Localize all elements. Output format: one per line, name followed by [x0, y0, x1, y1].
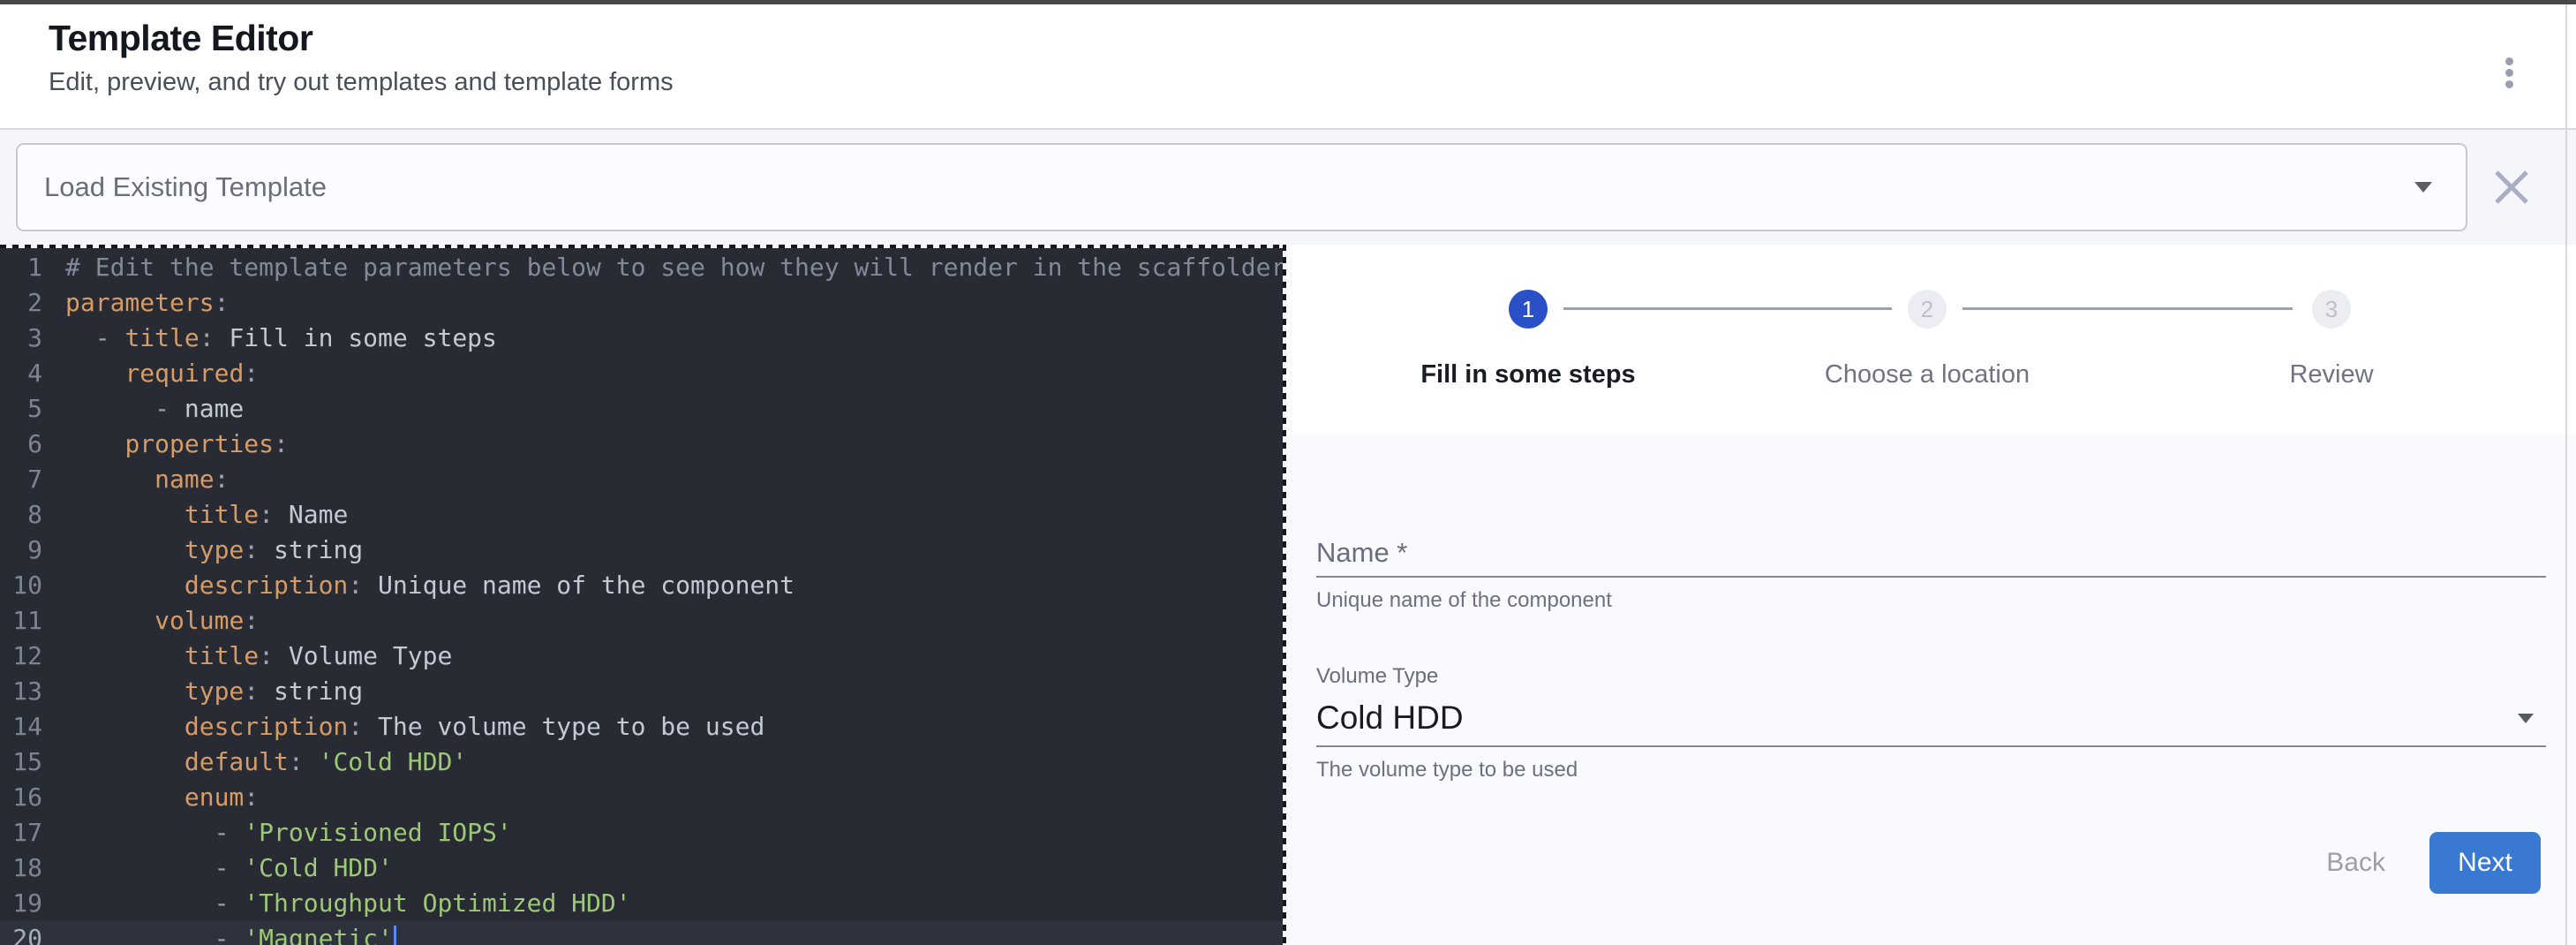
line-number: 14: [0, 709, 42, 745]
line-number: 19: [0, 886, 42, 921]
code-line-9: 9 type: string: [0, 533, 1286, 568]
code-line-16: 16 enum:: [0, 780, 1286, 815]
step-2-label: Choose a location: [1768, 360, 2086, 389]
code-line-14: 14 description: The volume type to be us…: [0, 709, 1286, 745]
volume-type-select[interactable]: Cold HDD: [1316, 699, 2546, 737]
load-existing-template-select[interactable]: Load Existing Template: [16, 143, 2467, 231]
close-icon: [2491, 167, 2532, 208]
step-review: 3 Review: [2173, 290, 2490, 389]
code-line-1: 1# Edit the template parameters below to…: [0, 250, 1286, 285]
code-line-7: 7 name:: [0, 462, 1286, 497]
code-lines: 1# Edit the template parameters below to…: [0, 250, 1286, 945]
line-number: 2: [0, 285, 42, 321]
back-button[interactable]: Back: [2305, 832, 2407, 894]
line-number: 11: [0, 603, 42, 639]
step-choose-a-location: 2 Choose a location: [1768, 290, 2086, 389]
code-line-2: 2parameters:: [0, 285, 1286, 321]
load-existing-template-label: Load Existing Template: [44, 171, 2414, 203]
line-number: 6: [0, 427, 42, 462]
step-3-indicator: 3: [2312, 290, 2351, 329]
code-line-3: 3 - title: Fill in some steps: [0, 321, 1286, 356]
next-button[interactable]: Next: [2429, 832, 2541, 894]
step-3-label: Review: [2173, 360, 2490, 389]
volume-type-helper: The volume type to be used: [1316, 758, 2546, 782]
kebab-icon: [2505, 57, 2513, 65]
code-line-12: 12 title: Volume Type: [0, 639, 1286, 674]
form-footer: Back Next: [1316, 832, 2546, 894]
right-edge-border: [2565, 4, 2567, 945]
name-field-underline: [1316, 576, 2546, 578]
code-line-4: 4 required:: [0, 356, 1286, 391]
code-line-17: 17 - 'Provisioned IOPS': [0, 815, 1286, 850]
name-field-label: Name *: [1316, 537, 2546, 569]
form-preview-panel: 1 Fill in some steps 2 Choose a location…: [1286, 245, 2576, 945]
name-field-helper: Unique name of the component: [1316, 588, 2546, 613]
chevron-down-icon: [2414, 182, 2432, 193]
close-button[interactable]: [2467, 143, 2556, 231]
line-number: 7: [0, 462, 42, 497]
page-header: Template Editor Edit, preview, and try o…: [0, 4, 2576, 129]
main-split: 1# Edit the template parameters below to…: [0, 245, 2576, 945]
code-line-5: 5 - name: [0, 391, 1286, 427]
line-number: 3: [0, 321, 42, 356]
line-number: 13: [0, 674, 42, 709]
line-number: 17: [0, 815, 42, 850]
page-subtitle: Edit, preview, and try out templates and…: [49, 68, 2576, 96]
line-number: 4: [0, 356, 42, 391]
template-editor-app: Template Editor Edit, preview, and try o…: [0, 0, 2576, 945]
line-number: 12: [0, 639, 42, 674]
line-number: 18: [0, 850, 42, 886]
code-line-18: 18 - 'Cold HDD': [0, 850, 1286, 886]
template-form: Name * Unique name of the component Volu…: [1286, 435, 2576, 945]
text-cursor: [394, 926, 396, 945]
step-fill-in-some-steps: 1 Fill in some steps: [1369, 290, 1687, 389]
volume-type-label: Volume Type: [1316, 664, 2546, 689]
page-title: Template Editor: [49, 17, 2576, 59]
line-number: 20: [0, 921, 42, 945]
code-line-10: 10 description: Unique name of the compo…: [0, 568, 1286, 603]
step-1-indicator: 1: [1509, 290, 1548, 329]
line-number: 5: [0, 391, 42, 427]
line-number: 9: [0, 533, 42, 568]
step-2-indicator: 2: [1908, 290, 1947, 329]
code-editor[interactable]: 1# Edit the template parameters below to…: [0, 245, 1286, 945]
volume-type-field: Volume Type Cold HDD The volume type to …: [1316, 664, 2546, 782]
stepper: 1 Fill in some steps 2 Choose a location…: [1286, 245, 2576, 435]
code-line-11: 11 volume:: [0, 603, 1286, 639]
volume-type-underline: [1316, 745, 2546, 747]
name-input[interactable]: [1316, 569, 2546, 576]
more-options-button[interactable]: [2491, 45, 2527, 100]
line-number: 10: [0, 568, 42, 603]
dropdown-arrow-icon: [2518, 714, 2534, 723]
line-number: 16: [0, 780, 42, 815]
code-line-6: 6 properties:: [0, 427, 1286, 462]
code-line-13: 13 type: string: [0, 674, 1286, 709]
line-number: 1: [0, 250, 42, 285]
code-line-8: 8 title: Name: [0, 497, 1286, 533]
code-line-19: 19 - 'Throughput Optimized HDD': [0, 886, 1286, 921]
template-toolbar: Load Existing Template: [0, 130, 2576, 245]
step-1-label: Fill in some steps: [1369, 360, 1687, 389]
line-number: 8: [0, 497, 42, 533]
code-line-15: 15 default: 'Cold HDD': [0, 745, 1286, 780]
name-field: Name * Unique name of the component: [1316, 537, 2546, 613]
line-number: 15: [0, 745, 42, 780]
code-line-20: 20 - 'Magnetic': [0, 921, 1286, 945]
volume-type-value: Cold HDD: [1316, 699, 2518, 737]
